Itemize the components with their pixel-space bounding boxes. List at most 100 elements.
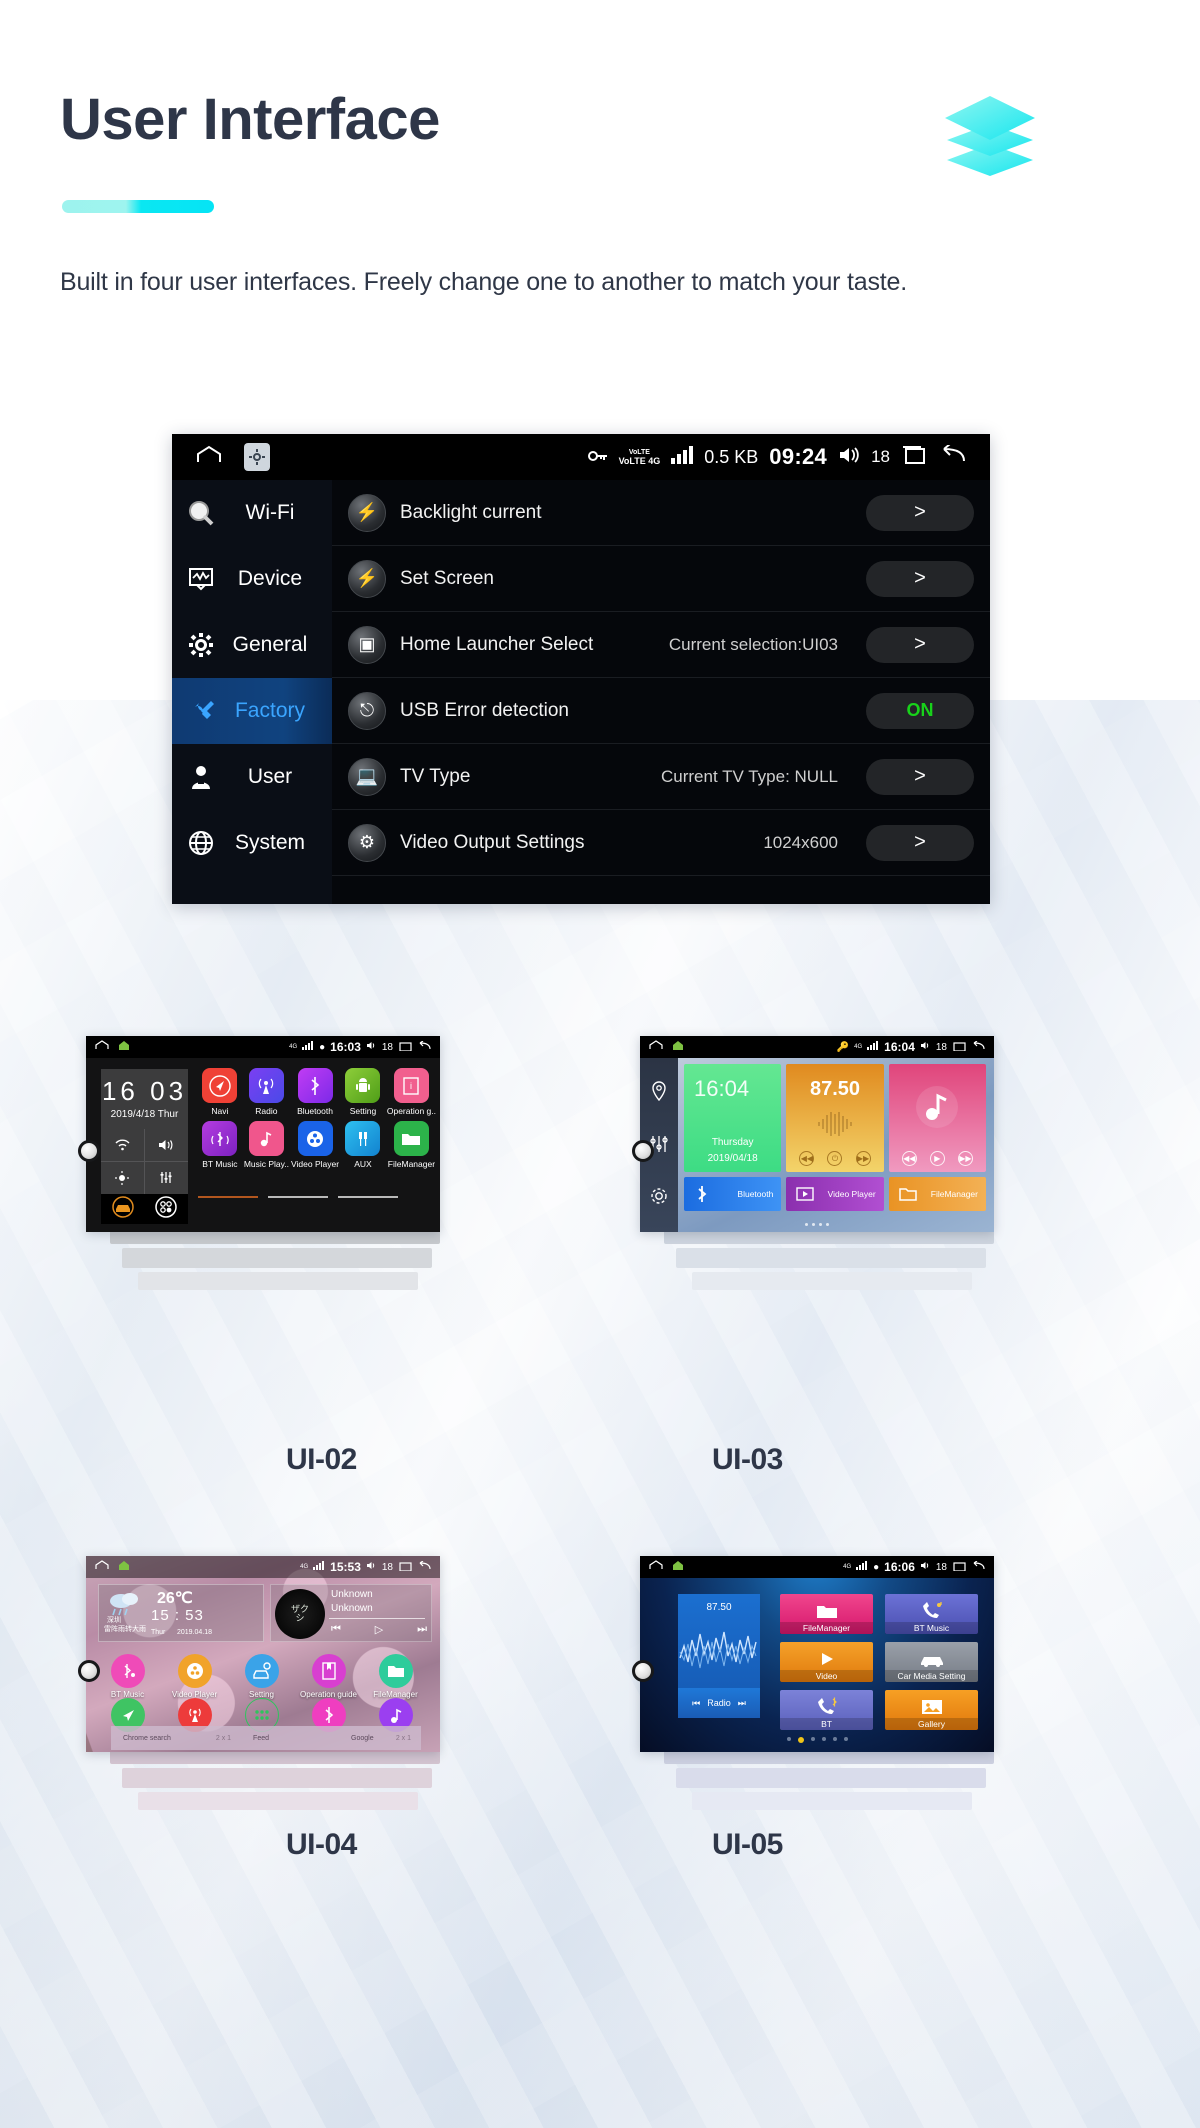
app-setting[interactable]: Setting: [228, 1654, 295, 1699]
location-icon[interactable]: [650, 1080, 668, 1106]
radio-widget[interactable]: 87.50 ⏮ Radio ⏭: [678, 1594, 760, 1718]
back-icon[interactable]: [417, 1560, 431, 1574]
prev-icon[interactable]: ⏮: [692, 1698, 700, 1709]
home-app-icon[interactable]: [672, 1040, 684, 1054]
row-action-button[interactable]: >: [866, 560, 974, 597]
gear-icon[interactable]: [244, 443, 270, 471]
bt-tile[interactable]: BT: [780, 1690, 873, 1730]
sidebar-item-user[interactable]: User: [172, 744, 332, 810]
next-icon[interactable]: ▶▶: [957, 1151, 973, 1166]
bt-music-tile[interactable]: BT Music: [885, 1594, 978, 1634]
volume-icon[interactable]: [144, 1129, 188, 1162]
home-icon[interactable]: [649, 1040, 663, 1054]
app-operation-guide[interactable]: Operation guide: [295, 1654, 362, 1699]
prev-icon[interactable]: ◀◀: [901, 1151, 917, 1166]
music-widget[interactable]: ザクシ Unknown Unknown ⏮ ▷ ⏭: [270, 1584, 432, 1642]
recents-icon[interactable]: [901, 445, 927, 470]
car-media-setting-tile[interactable]: Car Media Setting: [885, 1642, 978, 1682]
back-icon[interactable]: [971, 1560, 985, 1574]
sidebar-item-factory[interactable]: Factory: [172, 678, 332, 744]
progress-bar[interactable]: [329, 1618, 425, 1619]
app-bt-music[interactable]: BT Music: [94, 1654, 161, 1699]
rotary-knob[interactable]: [632, 1660, 654, 1682]
next-icon[interactable]: ⏭: [738, 1698, 746, 1709]
sidebar-item-device[interactable]: Device: [172, 546, 332, 612]
back-icon[interactable]: [938, 442, 966, 470]
apps-icon[interactable]: [155, 1195, 177, 1223]
video-player-tile[interactable]: Video Player: [786, 1177, 884, 1211]
equalizer-icon[interactable]: [145, 1162, 189, 1195]
brightness-icon[interactable]: [101, 1161, 145, 1194]
back-icon[interactable]: [417, 1040, 431, 1054]
gear-icon[interactable]: [650, 1187, 668, 1210]
prev-icon[interactable]: ⏮: [331, 1623, 341, 1636]
next-icon[interactable]: ⏭: [417, 1623, 427, 1636]
wifi-icon[interactable]: [101, 1129, 145, 1162]
app-navi[interactable]: Navi: [198, 1068, 242, 1116]
recents-icon[interactable]: [398, 1041, 412, 1054]
row-action-button[interactable]: >: [866, 758, 974, 795]
app-video-player[interactable]: Video Player: [291, 1121, 339, 1169]
row-action-button[interactable]: >: [866, 824, 974, 861]
rotary-knob[interactable]: [632, 1140, 654, 1162]
ui03-caption: UI-03: [712, 1443, 783, 1476]
recents-icon[interactable]: [952, 1561, 966, 1574]
next-icon[interactable]: ▶▶: [855, 1151, 871, 1166]
car-icon[interactable]: [112, 1195, 134, 1223]
settings-row[interactable]: 💻 TV Type Current TV Type: NULL >: [332, 744, 990, 810]
settings-row[interactable]: ▣ Home Launcher Select Current selection…: [332, 612, 990, 678]
volume-icon[interactable]: [838, 446, 860, 469]
video-tile[interactable]: Video: [780, 1642, 873, 1682]
widget-picker-bar[interactable]: Chrome search 2 x 1 Feed Google 2 x 1: [111, 1726, 421, 1750]
home-app-icon[interactable]: [118, 1040, 130, 1054]
home-app-icon[interactable]: [118, 1560, 130, 1574]
settings-row[interactable]: ⚙ Video Output Settings 1024x600 >: [332, 810, 990, 876]
row-action-button[interactable]: >: [866, 626, 974, 663]
app-filemanager[interactable]: FileManager: [387, 1121, 436, 1169]
page-root: User Interface Built in four user interf…: [0, 0, 1200, 2128]
back-icon[interactable]: [971, 1040, 985, 1054]
home-icon[interactable]: [649, 1560, 663, 1574]
recents-icon[interactable]: [398, 1561, 412, 1574]
app-filemanager[interactable]: FileManager: [362, 1654, 429, 1699]
app-radio[interactable]: Radio: [244, 1068, 289, 1116]
app-video-player[interactable]: Video Player: [161, 1654, 228, 1699]
bluetooth-tile[interactable]: Bluetooth: [684, 1177, 782, 1211]
app-bluetooth[interactable]: Bluetooth: [291, 1068, 339, 1116]
recents-icon[interactable]: [952, 1041, 966, 1054]
row-action-button[interactable]: ON: [866, 692, 974, 729]
clock-tile[interactable]: 16:04 Thursday 2019/04/18: [684, 1064, 782, 1172]
rotary-knob[interactable]: [78, 1660, 100, 1682]
app-music-player[interactable]: Music Play..: [244, 1121, 289, 1169]
app-operation-guide[interactable]: i Operation g..: [387, 1068, 436, 1116]
clock-widget[interactable]: 16 03 2019/4/18 Thur: [101, 1069, 188, 1194]
radio-control-bar[interactable]: ⏮ Radio ⏭: [678, 1688, 760, 1718]
settings-row[interactable]: ⎋ USB Error detection ON: [332, 678, 990, 744]
play-icon[interactable]: ▷: [375, 1623, 383, 1636]
sidebar-item-system[interactable]: System: [172, 810, 332, 876]
rotary-knob[interactable]: [78, 1140, 100, 1162]
home-icon[interactable]: [95, 1560, 109, 1574]
power-icon[interactable]: ⏻: [827, 1151, 843, 1166]
app-bt-music[interactable]: BT Music: [198, 1121, 242, 1169]
tile-label: Car Media Setting: [885, 1670, 978, 1682]
home-app-icon[interactable]: [672, 1560, 684, 1574]
filemanager-tile[interactable]: FileManager: [780, 1594, 873, 1634]
filemanager-tile[interactable]: FileManager: [888, 1177, 986, 1211]
gallery-tile[interactable]: Gallery: [885, 1690, 978, 1730]
row-action-button[interactable]: >: [866, 494, 974, 531]
radio-tile[interactable]: 87.50 ◀◀ ⏻ ▶▶: [786, 1064, 884, 1172]
play-icon[interactable]: ▶: [929, 1151, 945, 1166]
settings-row[interactable]: ⚡ Set Screen >: [332, 546, 990, 612]
app-aux[interactable]: AUX: [341, 1121, 385, 1169]
prev-icon[interactable]: ◀◀: [799, 1151, 815, 1166]
settings-row[interactable]: ⚡ Backlight current >: [332, 480, 990, 546]
date-label: 2019/04/18: [707, 1153, 758, 1164]
music-tile[interactable]: ◀◀ ▶ ▶▶: [888, 1064, 986, 1172]
home-icon[interactable]: [196, 445, 222, 470]
app-setting[interactable]: Setting: [341, 1068, 385, 1116]
home-icon[interactable]: [95, 1040, 109, 1054]
weather-widget[interactable]: 26℃ 15 : 53 深圳 雷阵雨转大雨 Thur 2019.04.18: [98, 1584, 264, 1642]
sidebar-item-general[interactable]: General: [172, 612, 332, 678]
sidebar-item-wifi[interactable]: Wi-Fi: [172, 480, 332, 546]
